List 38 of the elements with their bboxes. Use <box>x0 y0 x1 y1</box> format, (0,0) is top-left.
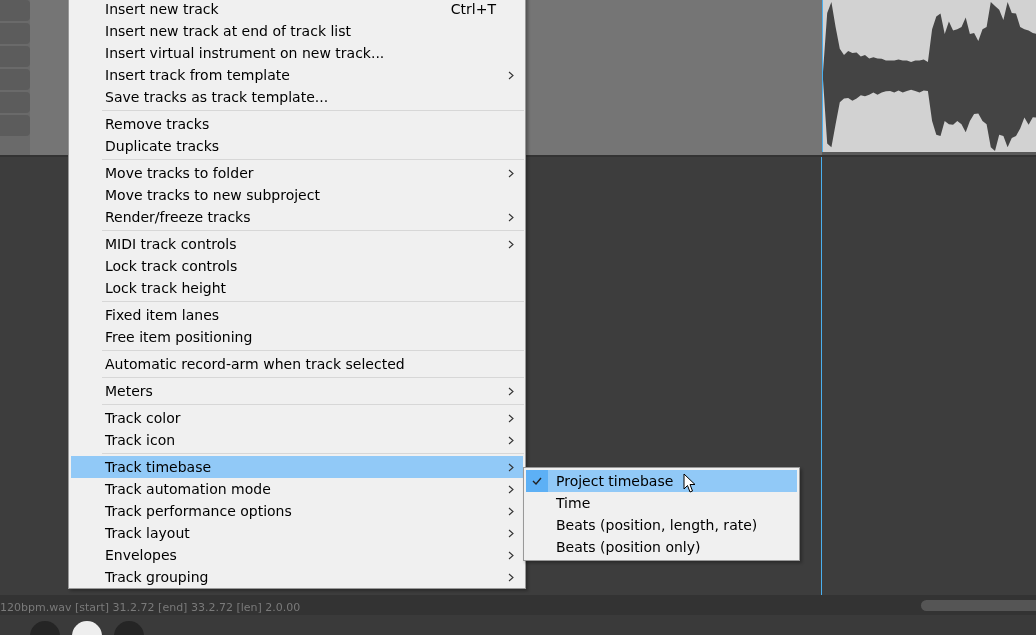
track-button[interactable] <box>0 46 30 67</box>
menu-item[interactable]: Fixed item lanes <box>71 304 523 326</box>
menu-item[interactable]: Track color <box>71 407 523 429</box>
menu-item[interactable]: MIDI track controls <box>71 233 523 255</box>
menu-item[interactable]: Move tracks to folder <box>71 162 523 184</box>
menu-item[interactable]: Meters <box>71 380 523 402</box>
menu-item[interactable]: Save tracks as track template... <box>71 86 523 108</box>
menu-item[interactable]: Track icon <box>71 429 523 451</box>
menu-item[interactable]: Lock track controls <box>71 255 523 277</box>
menu-item[interactable]: Remove tracks <box>71 113 523 135</box>
menu-item[interactable]: Insert virtual instrument on new track... <box>71 42 523 64</box>
menu-item[interactable]: Render/freeze tracks <box>71 206 523 228</box>
menu-item[interactable]: Beats (position, length, rate) <box>526 514 797 536</box>
track-button[interactable] <box>0 23 30 44</box>
menu-item[interactable]: Insert new track at end of track list <box>71 20 523 42</box>
menu-item[interactable]: Track grouping <box>71 566 523 588</box>
menu-item[interactable]: Time <box>526 492 797 514</box>
menu-item[interactable]: Free item positioning <box>71 326 523 348</box>
menu-item[interactable]: Beats (position only) <box>526 536 797 558</box>
menu-item[interactable]: Duplicate tracks <box>71 135 523 157</box>
scrollbar[interactable] <box>921 599 1036 611</box>
track-button[interactable] <box>0 69 30 90</box>
menu-item[interactable]: Track performance options <box>71 500 523 522</box>
mouse-cursor-icon <box>683 473 696 493</box>
menu-item[interactable]: Lock track height <box>71 277 523 299</box>
menu-item[interactable]: Track automation mode <box>71 478 523 500</box>
menu-item[interactable]: Track timebase <box>71 456 523 478</box>
menu-item[interactable]: Envelopes <box>71 544 523 566</box>
menu-item[interactable]: Insert new track Ctrl+T <box>71 0 523 20</box>
menu-item[interactable]: Project timebase <box>526 470 797 492</box>
menu-item[interactable]: Insert track from template <box>71 64 523 86</box>
menu-item[interactable]: Move tracks to new subproject <box>71 184 523 206</box>
track-button[interactable] <box>0 0 30 21</box>
status-text: 120bpm.wav [start] 31.2.72 [end] 33.2.72 [len] 2.0.00 <box>0 599 301 614</box>
track-button[interactable] <box>0 115 30 136</box>
track-button[interactable] <box>0 92 30 113</box>
menu-item[interactable]: Automatic record-arm when track selected <box>71 353 523 375</box>
menu-item[interactable]: Track layout <box>71 522 523 544</box>
